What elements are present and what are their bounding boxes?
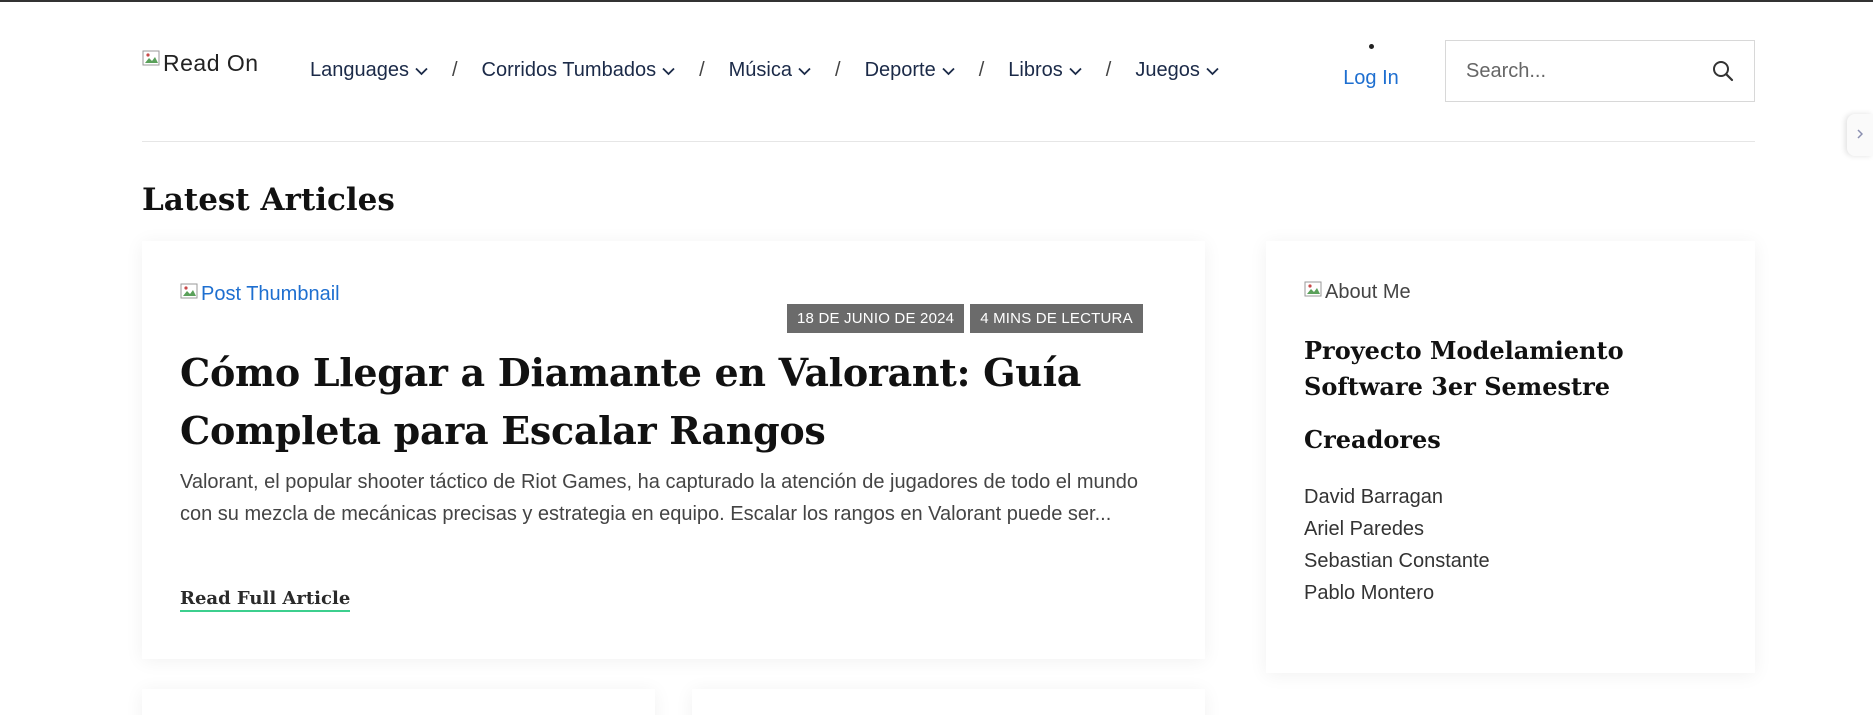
broken-image-icon — [1304, 281, 1324, 299]
list-bullet — [1368, 44, 1374, 49]
creators-heading: Creadores — [1304, 425, 1441, 454]
read-full-article-link[interactable]: Read Full Article — [180, 588, 351, 612]
list-item: David Barragan — [1304, 486, 1443, 508]
about-alt-text: About Me — [1325, 281, 1411, 303]
article-title[interactable]: Cómo Llegar a Diamante en Valorant: Guía… — [180, 344, 1160, 460]
post-thumbnail[interactable]: Post Thumbnail — [180, 283, 340, 306]
article-excerpt: Valorant, el popular shooter táctico de … — [180, 471, 1139, 525]
about-title: Proyecto Modelamiento Software 3er Semes… — [1304, 336, 1624, 401]
article-card-preview — [692, 689, 1205, 715]
list-item: Pablo Montero — [1304, 582, 1435, 604]
chevron-down-icon — [662, 59, 675, 82]
nav-item-deporte[interactable]: Deporte — [865, 59, 955, 82]
chevron-down-icon — [1206, 59, 1219, 82]
chevron-right-icon — [1857, 128, 1864, 142]
article-card-preview — [142, 689, 655, 715]
section-title: Latest Articles — [142, 182, 395, 218]
search-input[interactable] — [1446, 59, 1696, 83]
nav-label: Música — [728, 59, 792, 81]
nav-label: Corridos Tumbados — [481, 59, 657, 81]
read-time-badge: 4 MINS DE LECTURA — [970, 304, 1143, 333]
about-card: About Me Proyecto Modelamiento Software … — [1266, 241, 1755, 673]
nav-label: Libros — [1008, 59, 1063, 81]
site-header: Read On Languages / Corridos Tumbados / … — [142, 30, 1755, 142]
nav-label: Juegos — [1135, 59, 1200, 81]
nav-item-languages[interactable]: Languages — [310, 59, 428, 82]
article-meta: 18 DE JUNIO DE 2024 4 MINS DE LECTURA — [787, 304, 1143, 333]
date-badge: 18 DE JUNIO DE 2024 — [787, 304, 965, 333]
thumbnail-alt-text: Post Thumbnail — [201, 283, 340, 305]
nav-separator: / — [835, 59, 841, 81]
side-panel-toggle[interactable] — [1847, 114, 1873, 156]
about-image: About Me — [1304, 281, 1411, 304]
nav-item-juegos[interactable]: Juegos — [1135, 59, 1219, 82]
article-card: Post Thumbnail 18 DE JUNIO DE 2024 4 MIN… — [142, 241, 1205, 659]
site-logo[interactable]: Read On — [142, 50, 259, 77]
nav-separator: / — [699, 59, 705, 81]
nav-separator: / — [451, 59, 458, 81]
search-box — [1445, 40, 1755, 102]
nav-item-libros[interactable]: Libros — [1008, 59, 1082, 82]
nav-item-corridos-tumbados[interactable]: Corridos Tumbados — [482, 59, 676, 82]
broken-image-icon — [180, 283, 200, 301]
login-link[interactable]: Log In — [1343, 67, 1399, 89]
nav-label: Deporte — [864, 59, 936, 81]
chevron-down-icon — [415, 59, 428, 82]
chevron-down-icon — [798, 59, 811, 82]
logo-alt-text: Read On — [163, 50, 259, 76]
nav-item-musica[interactable]: Música — [729, 59, 811, 82]
main-nav: Languages / Corridos Tumbados / Música /… — [310, 59, 1219, 82]
login-area: Log In — [1323, 44, 1419, 90]
broken-image-icon — [142, 50, 162, 68]
nav-label: Languages — [310, 59, 409, 81]
chevron-down-icon — [942, 59, 955, 82]
list-item: Sebastian Constante — [1304, 550, 1490, 572]
nav-separator: / — [978, 59, 985, 81]
nav-separator: / — [1105, 59, 1112, 81]
chevron-down-icon — [1069, 59, 1082, 82]
list-item: Ariel Paredes — [1304, 518, 1425, 540]
creators-list: David Barragan Ariel Paredes Sebastian C… — [1304, 481, 1490, 609]
search-icon[interactable] — [1712, 60, 1734, 87]
